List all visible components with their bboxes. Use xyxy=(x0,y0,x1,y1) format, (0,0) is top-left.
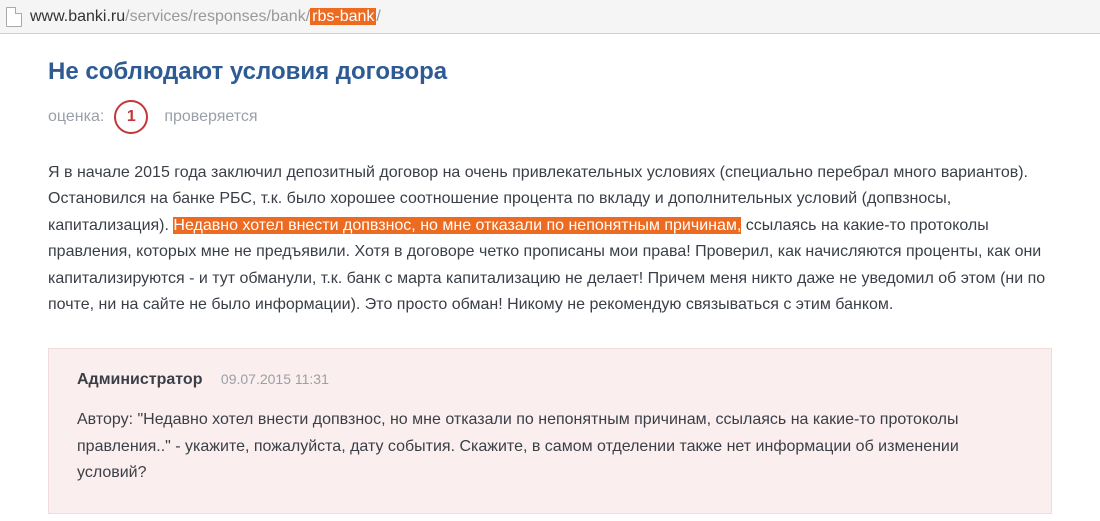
address-bar[interactable]: www.banki.ru/services/responses/bank/rbs… xyxy=(0,0,1100,34)
url-domain: www.banki.ru xyxy=(30,8,125,25)
review-content: Не соблюдают условия договора оценка: 1 … xyxy=(0,34,1100,514)
url-highlight: rbs-bank xyxy=(310,8,376,25)
rating-label: оценка: xyxy=(48,108,104,126)
rating-value: 1 xyxy=(127,108,136,126)
reply-timestamp: 09.07.2015 11:31 xyxy=(221,371,329,387)
url-path-before: /services/responses/bank/ xyxy=(125,8,310,25)
page-icon xyxy=(6,7,22,27)
rating-badge: 1 xyxy=(114,100,148,134)
reply-author: Администратор xyxy=(77,371,202,388)
review-status: проверяется xyxy=(164,108,257,126)
review-meta: оценка: 1 проверяется xyxy=(48,100,1052,134)
review-title[interactable]: Не соблюдают условия договора xyxy=(48,58,1052,86)
reply-body: Автору: "Недавно хотел внести допвзнос, … xyxy=(77,407,1023,486)
url-path-after: / xyxy=(376,8,380,25)
reply-header: Администратор 09.07.2015 11:31 xyxy=(77,371,1023,389)
url-text: www.banki.ru/services/responses/bank/rbs… xyxy=(30,8,381,26)
body-highlight: Недавно хотел внести допвзнос, но мне от… xyxy=(173,217,741,234)
review-body: Я в начале 2015 года заключил депозитный… xyxy=(48,160,1052,318)
admin-reply: Администратор 09.07.2015 11:31 Автору: "… xyxy=(48,348,1052,513)
